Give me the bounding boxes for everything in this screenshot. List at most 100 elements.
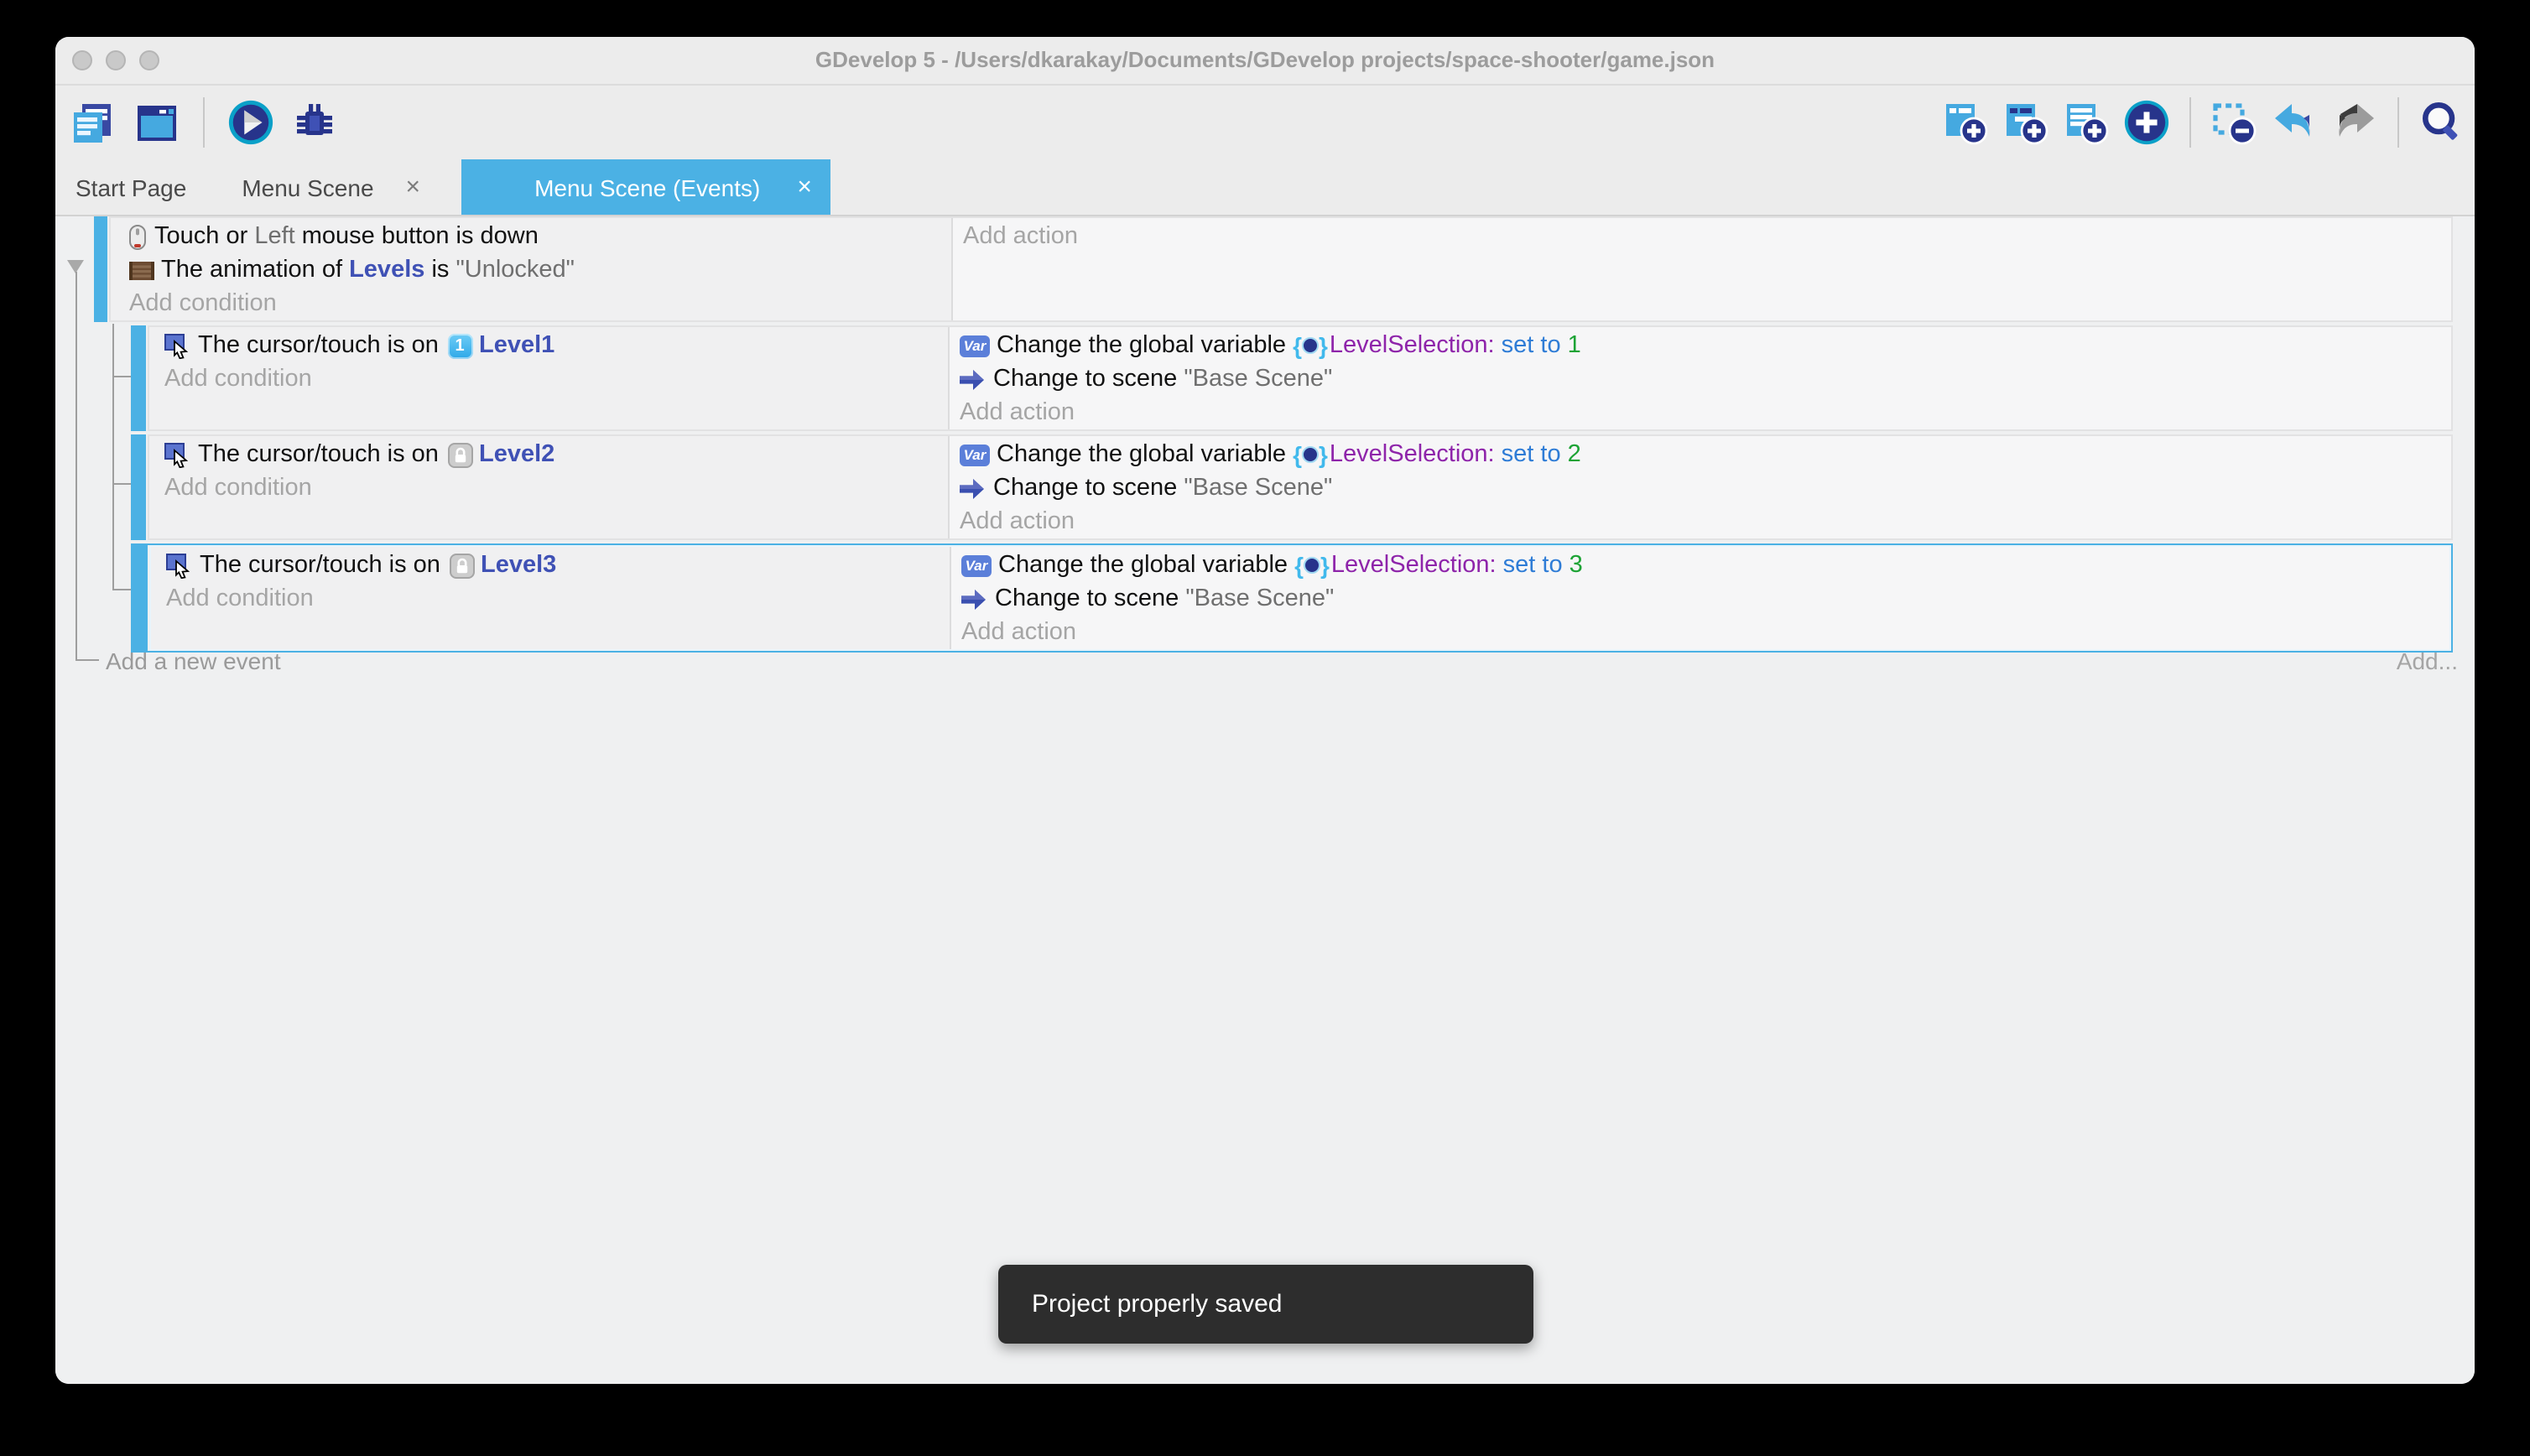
add-subevent-icon[interactable] [2002,98,2050,147]
add-condition-button[interactable]: Add condition [164,471,948,505]
conditions-cell[interactable]: Touch or Left mouse button is downThe an… [111,218,953,320]
tree-line [75,659,99,661]
tab-bar: Start Page Menu Scene × Menu Scene (Even… [55,159,2475,216]
action-line[interactable]: VarChange the global variable {}LevelSel… [960,329,2451,362]
action-line[interactable]: VarChange the global variable {}LevelSel… [960,438,2451,471]
toolbar-right-group [1941,97,2466,148]
variable-icon: Var [960,335,990,356]
action-line[interactable]: Change to scene "Base Scene" [960,471,2451,505]
event-body: The cursor/touch is on Level2Add conditi… [148,434,2453,540]
debug-icon[interactable] [290,98,339,147]
actions-cell[interactable]: Add action [953,218,2451,320]
title-bar[interactable]: GDevelop 5 - /Users/dkarakay/Documents/G… [55,37,2475,86]
add-plus-icon[interactable] [2122,98,2171,147]
add-action-button[interactable]: Add action [963,220,2451,253]
screen: GDevelop 5 - /Users/dkarakay/Documents/G… [0,0,2530,1456]
global-variable-icon: {} [1293,334,1328,357]
conditions-cell[interactable]: The cursor/touch is on 1Level1Add condit… [149,327,950,429]
text-segment: Left [254,223,294,250]
text-segment: Level3 [481,552,556,579]
scene-arrow-icon [960,368,985,390]
text-segment: set to [1497,552,1570,579]
toast-notification: Project properly saved [998,1265,1533,1344]
add-new-event-button[interactable]: Add a new event [106,647,281,674]
lock-icon [447,442,472,467]
toolbar-left-group [69,97,339,148]
window-title: GDevelop 5 - /Users/dkarakay/Documents/G… [55,37,2475,84]
condition-line[interactable]: The cursor/touch is on Level3 [166,549,950,582]
events-sheet[interactable]: Touch or Left mouse button is downThe an… [55,216,2475,1384]
tab-start-page[interactable]: Start Page [55,159,206,215]
text-segment: LevelSelection: [1331,552,1497,579]
zoom-window-button[interactable] [139,50,159,70]
cursor-icon [166,553,191,578]
text-segment: The cursor/touch is on [200,552,447,579]
action-line[interactable]: VarChange the global variable {}LevelSel… [961,549,2449,582]
undo-icon[interactable] [2270,98,2319,147]
event-body: The cursor/touch is on Level3Add conditi… [149,545,2451,651]
tab-label: Menu Scene (Events) [534,174,760,200]
text-segment: set to [1495,332,1568,359]
condition-line[interactable]: The animation of Levels is "Unlocked" [129,253,951,287]
text-segment: is [424,257,456,283]
text-segment: LevelSelection: [1330,441,1495,468]
event-handle-bar[interactable] [94,216,107,322]
actions-cell[interactable]: VarChange the global variable {}LevelSel… [950,327,2451,429]
conditions-cell[interactable]: The cursor/touch is on Level3Add conditi… [151,547,951,649]
text-segment: 2 [1568,441,1581,468]
events-list: Touch or Left mouse button is downThe an… [55,216,2453,653]
play-icon[interactable] [226,98,275,147]
text-segment: set to [1495,441,1568,468]
text-segment: "Unlocked" [456,257,575,283]
add-action-button[interactable]: Add action [960,505,2451,538]
event-handle-bar[interactable] [131,325,146,431]
condition-line[interactable]: The cursor/touch is on 1Level1 [164,329,948,362]
action-line[interactable]: Change to scene "Base Scene" [961,582,2449,616]
text-segment: mouse button is down [295,223,539,250]
text-segment: Change the global variable [998,552,1294,579]
toolbar-divider [2189,97,2191,148]
add-action-button[interactable]: Add action [960,396,2451,429]
close-tab-icon[interactable]: × [797,174,830,200]
gdevelop-window: GDevelop 5 - /Users/dkarakay/Documents/G… [55,37,2475,1384]
minimize-window-button[interactable] [106,50,126,70]
close-tab-icon[interactable]: × [406,174,443,200]
event-row-3[interactable]: The cursor/touch is on Level2Add conditi… [131,434,2453,540]
actions-cell[interactable]: VarChange the global variable {}LevelSel… [951,547,2449,649]
toolbar-divider [203,97,205,148]
tab-menu-scene[interactable]: Menu Scene × [206,159,442,215]
tab-menu-scene-events[interactable]: Menu Scene (Events) × [461,159,830,215]
remove-event-icon[interactable] [2210,98,2258,147]
text-segment: LevelSelection: [1330,332,1495,359]
event-row-4[interactable]: The cursor/touch is on Level3Add conditi… [131,543,2453,653]
condition-line[interactable]: The cursor/touch is on Level2 [164,438,948,471]
add-action-button[interactable]: Add action [961,616,2449,649]
action-line[interactable]: Change to scene "Base Scene" [960,362,2451,396]
scene-editor-icon[interactable] [133,98,181,147]
close-window-button[interactable] [72,50,92,70]
add-comment-icon[interactable] [2062,98,2111,147]
redo-icon[interactable] [2330,98,2379,147]
add-event-icon[interactable] [1941,98,1990,147]
condition-line[interactable]: Touch or Left mouse button is down [129,220,951,253]
toolbar-divider [2397,97,2399,148]
add-condition-button[interactable]: Add condition [129,287,951,320]
event-handle-bar[interactable] [131,434,146,540]
search-icon[interactable] [2418,98,2466,147]
event-row-2[interactable]: The cursor/touch is on 1Level1Add condit… [131,325,2453,431]
event-body: The cursor/touch is on 1Level1Add condit… [148,325,2453,431]
variable-icon: Var [960,444,990,465]
event-handle-bar[interactable] [133,545,148,651]
text-segment: Level2 [479,441,554,468]
tab-label: Menu Scene [242,174,373,200]
conditions-cell[interactable]: The cursor/touch is on Level2Add conditi… [149,436,950,538]
project-manager-icon[interactable] [69,98,117,147]
variable-icon: Var [961,554,992,576]
add-more-button[interactable]: Add... [2397,647,2458,674]
add-condition-button[interactable]: Add condition [166,582,950,616]
scene-arrow-icon [961,588,986,610]
event-row-1[interactable]: Touch or Left mouse button is downThe an… [94,216,2453,322]
add-condition-button[interactable]: Add condition [164,362,948,396]
actions-cell[interactable]: VarChange the global variable {}LevelSel… [950,436,2451,538]
text-segment: 3 [1570,552,1583,579]
